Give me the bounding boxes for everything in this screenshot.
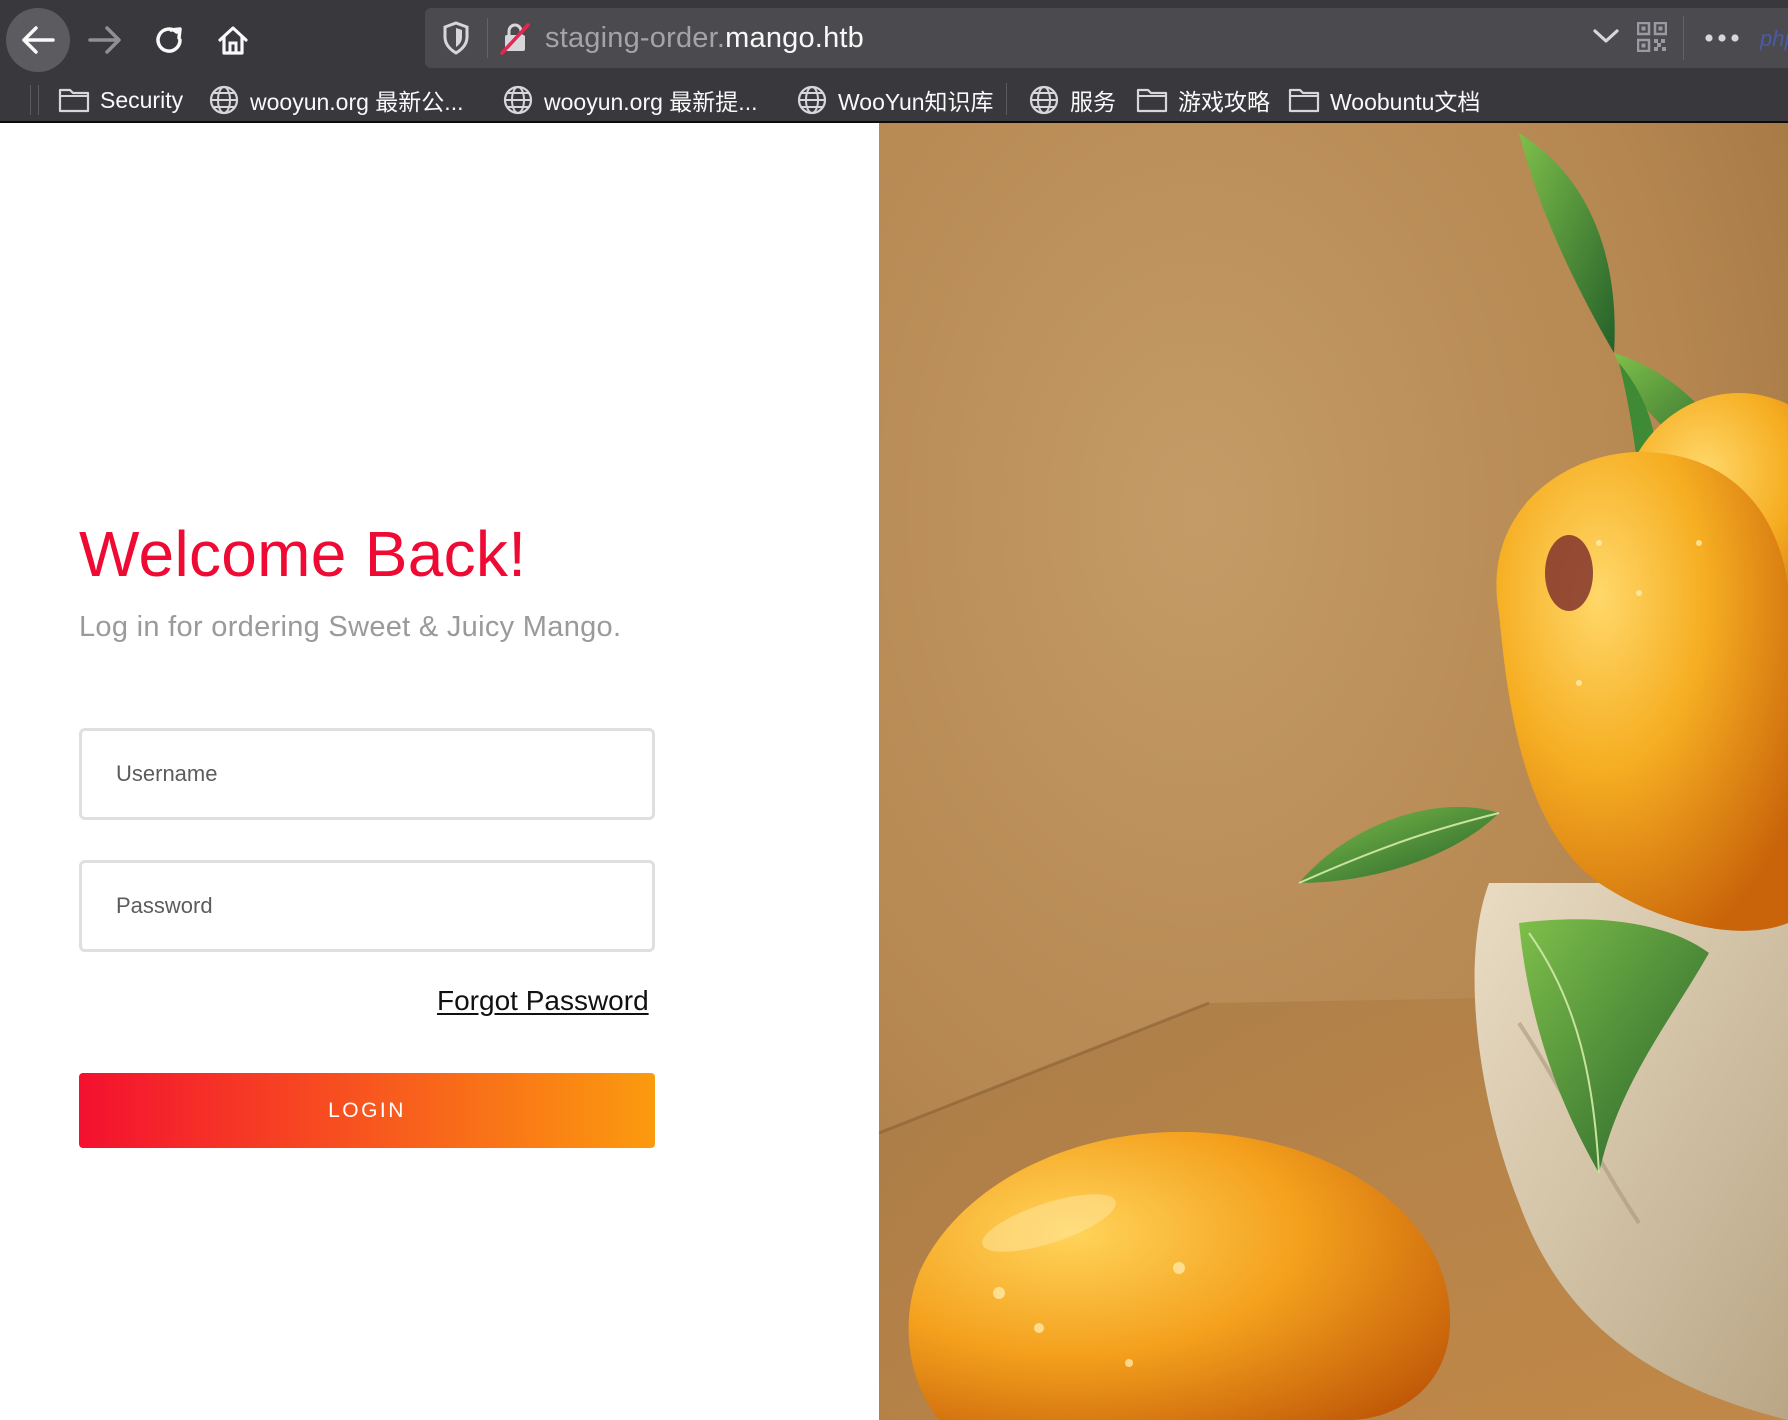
toolbar-grip [38,85,39,115]
arrow-left-icon [22,26,55,54]
bookmark-label: wooyun.org 最新公... [250,89,464,115]
bookmark-services[interactable]: 服务 [1028,81,1116,119]
bookmark-label: 服务 [1070,89,1116,115]
insecure-lock-icon[interactable] [497,20,533,56]
bookmark-label: WooYun知识库 [838,89,994,115]
folder-icon [1136,88,1168,113]
chevron-down-icon[interactable] [1592,26,1620,46]
urlbar-divider-2 [1683,16,1684,60]
browser-toolbar: staging-order.mango.htb php [0,0,1788,77]
bookmark-label: 游戏攻略 [1178,89,1270,115]
url-subdomain: staging-order. [545,22,726,54]
qr-code-icon[interactable] [1637,22,1667,52]
url-bar[interactable]: staging-order.mango.htb php [425,8,1788,68]
bookmarks-toolbar: Security wooyun.org 最新公... wooyun.org 最新… [0,77,1788,123]
urlbar-divider [487,18,488,58]
hero-image [879,123,1788,1420]
bookmark-game-guides[interactable]: 游戏攻略 [1136,81,1270,119]
extension-badge[interactable]: php [1760,26,1788,52]
arrow-right-icon [88,26,121,54]
bookmark-label: Woobuntu文档 [1330,89,1481,115]
mango-still-life-image [879,123,1788,1420]
folder-icon [1288,88,1320,113]
bookmark-label: wooyun.org 最新提... [544,89,758,115]
forgot-password-link[interactable]: Forgot Password [437,985,649,1017]
page-subtitle: Log in for ordering Sweet & Juicy Mango. [79,611,622,643]
home-button[interactable] [201,8,265,72]
globe-icon [1029,85,1059,115]
toolbar-grip [30,85,31,115]
bookmark-woobuntu-docs[interactable]: Woobuntu文档 [1288,81,1480,119]
home-icon [218,26,248,55]
folder-icon [58,88,90,113]
bookmark-label: Security [100,86,184,113]
bookmark-separator [1006,83,1007,115]
login-button[interactable]: LOGIN [79,1073,655,1148]
url-text[interactable]: staging-order.mango.htb [545,22,864,55]
bookmark-wooyun-latest-submit[interactable]: wooyun.org 最新提... [502,81,757,119]
back-button[interactable] [6,8,70,72]
reload-button[interactable] [137,8,201,72]
bookmark-security[interactable]: Security [58,81,183,119]
tracking-shield-icon[interactable] [441,20,471,56]
username-input[interactable] [79,728,655,820]
login-panel: Welcome Back! Log in for ordering Sweet … [0,123,879,1420]
login-page: Welcome Back! Log in for ordering Sweet … [0,123,1788,1420]
bookmark-wooyun-latest-public[interactable]: wooyun.org 最新公... [208,81,463,119]
more-options-icon[interactable] [1702,22,1742,54]
globe-icon [797,85,827,115]
reload-icon [156,27,182,53]
password-input[interactable] [79,860,655,952]
forward-button[interactable] [73,8,137,72]
globe-icon [209,85,239,115]
globe-icon [503,85,533,115]
page-title: Welcome Back! [79,518,527,590]
bookmark-wooyun-knowledge[interactable]: WooYun知识库 [796,81,994,119]
url-domain: mango.htb [725,22,864,54]
